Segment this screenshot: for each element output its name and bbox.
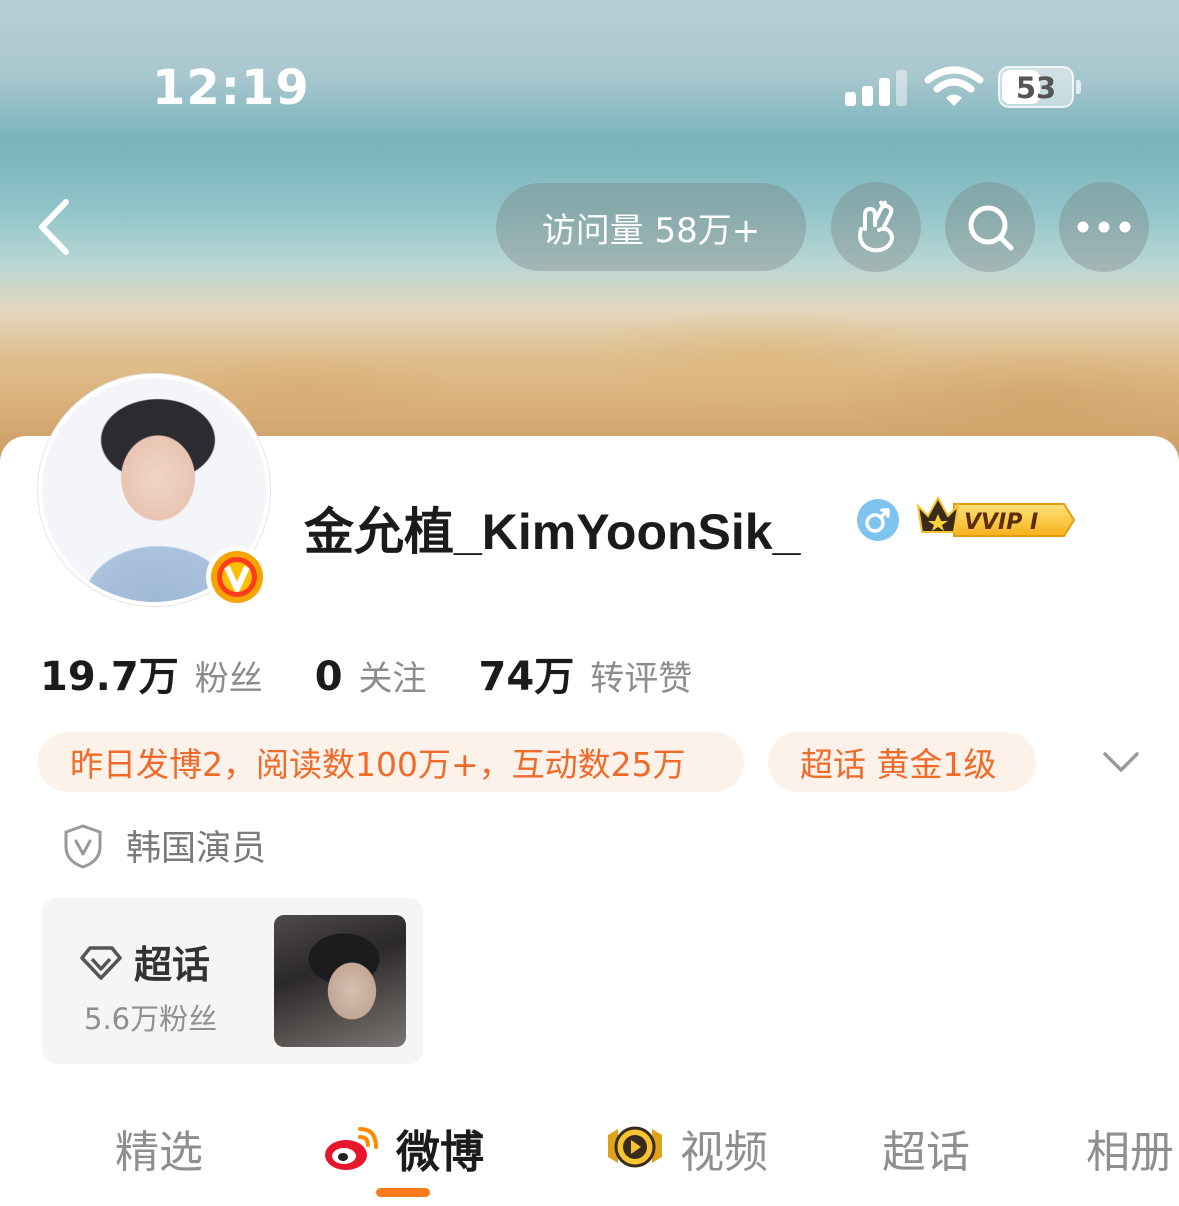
battery-icon: 53 — [998, 66, 1074, 108]
tab-super-topic[interactable]: 超话 — [882, 1116, 970, 1180]
following-count[interactable]: 0 — [315, 654, 343, 700]
followers-count[interactable]: 19.7万 — [40, 644, 179, 702]
super-topic-level-tag[interactable]: 超话 黄金1级 — [768, 732, 1036, 792]
visits-counter-button[interactable]: 访问量 58万+ — [496, 183, 806, 271]
tab-video[interactable]: 视频 — [604, 1116, 768, 1180]
tab-video-label: 视频 — [680, 1127, 768, 1178]
finger-heart-icon — [858, 200, 894, 253]
engagement-count[interactable]: 74万 — [479, 644, 575, 702]
tab-featured-label: 精选 — [115, 1127, 203, 1178]
following-label[interactable]: 关注 — [359, 651, 427, 700]
super-topic-title: 超话 — [134, 943, 211, 987]
tab-album[interactable]: 相册 — [1086, 1116, 1174, 1180]
diamond-icon — [80, 945, 122, 980]
more-button[interactable] — [1059, 182, 1149, 272]
role-row: 韩国演员 — [62, 820, 266, 871]
profile-name: 金允植_KimYoonSik_ — [304, 504, 801, 560]
more-icon — [1077, 221, 1131, 233]
verified-v-icon — [211, 551, 263, 603]
super-topic-thumbnail — [274, 915, 406, 1047]
active-tab-indicator — [376, 1188, 430, 1197]
tab-featured[interactable]: 精选 — [115, 1116, 203, 1180]
super-topic-fans: 5.6万粉丝 — [84, 1002, 218, 1036]
engagement-label[interactable]: 转评赞 — [590, 651, 692, 700]
activity-summary-tag[interactable]: 昨日发博2，阅读数100万+，互动数25万 — [38, 732, 744, 792]
finger-heart-button[interactable] — [831, 182, 921, 272]
followers-label[interactable]: 粉丝 — [195, 651, 263, 700]
search-button[interactable] — [945, 182, 1035, 272]
cellular-signal-icon — [845, 70, 907, 106]
super-topic-card[interactable]: 超话 5.6万粉丝 — [42, 898, 423, 1064]
tab-weibo[interactable]: 微博 — [322, 1116, 484, 1180]
weibo-logo-icon — [325, 1127, 378, 1170]
shield-v-icon — [64, 823, 102, 869]
tab-super-topic-label: 超话 — [882, 1127, 970, 1178]
back-arrow-icon[interactable] — [30, 192, 82, 262]
tab-weibo-label: 微博 — [396, 1127, 484, 1178]
chevron-down-icon[interactable] — [1100, 744, 1142, 780]
search-icon — [968, 205, 1014, 251]
vvip-label: VVIP I — [964, 510, 1038, 535]
tab-album-label: 相册 — [1086, 1127, 1174, 1178]
super-topic-title-row: 超话 — [80, 934, 210, 989]
video-badge-icon — [608, 1126, 662, 1168]
battery-tip — [1076, 80, 1081, 94]
role-text: 韩国演员 — [126, 829, 267, 869]
verified-badge — [206, 546, 268, 608]
profile-stats: 19.7万 粉丝 0 关注 74万 转评赞 — [40, 644, 744, 702]
wifi-icon — [924, 66, 984, 106]
vvip-badge[interactable]: VVIP I — [914, 490, 1078, 540]
battery-level: 53 — [1015, 71, 1057, 105]
male-icon — [857, 499, 899, 541]
profile-tabs: 精选 微博 视频 超话 相册 — [0, 1106, 1179, 1206]
status-time: 12:19 — [152, 60, 310, 116]
